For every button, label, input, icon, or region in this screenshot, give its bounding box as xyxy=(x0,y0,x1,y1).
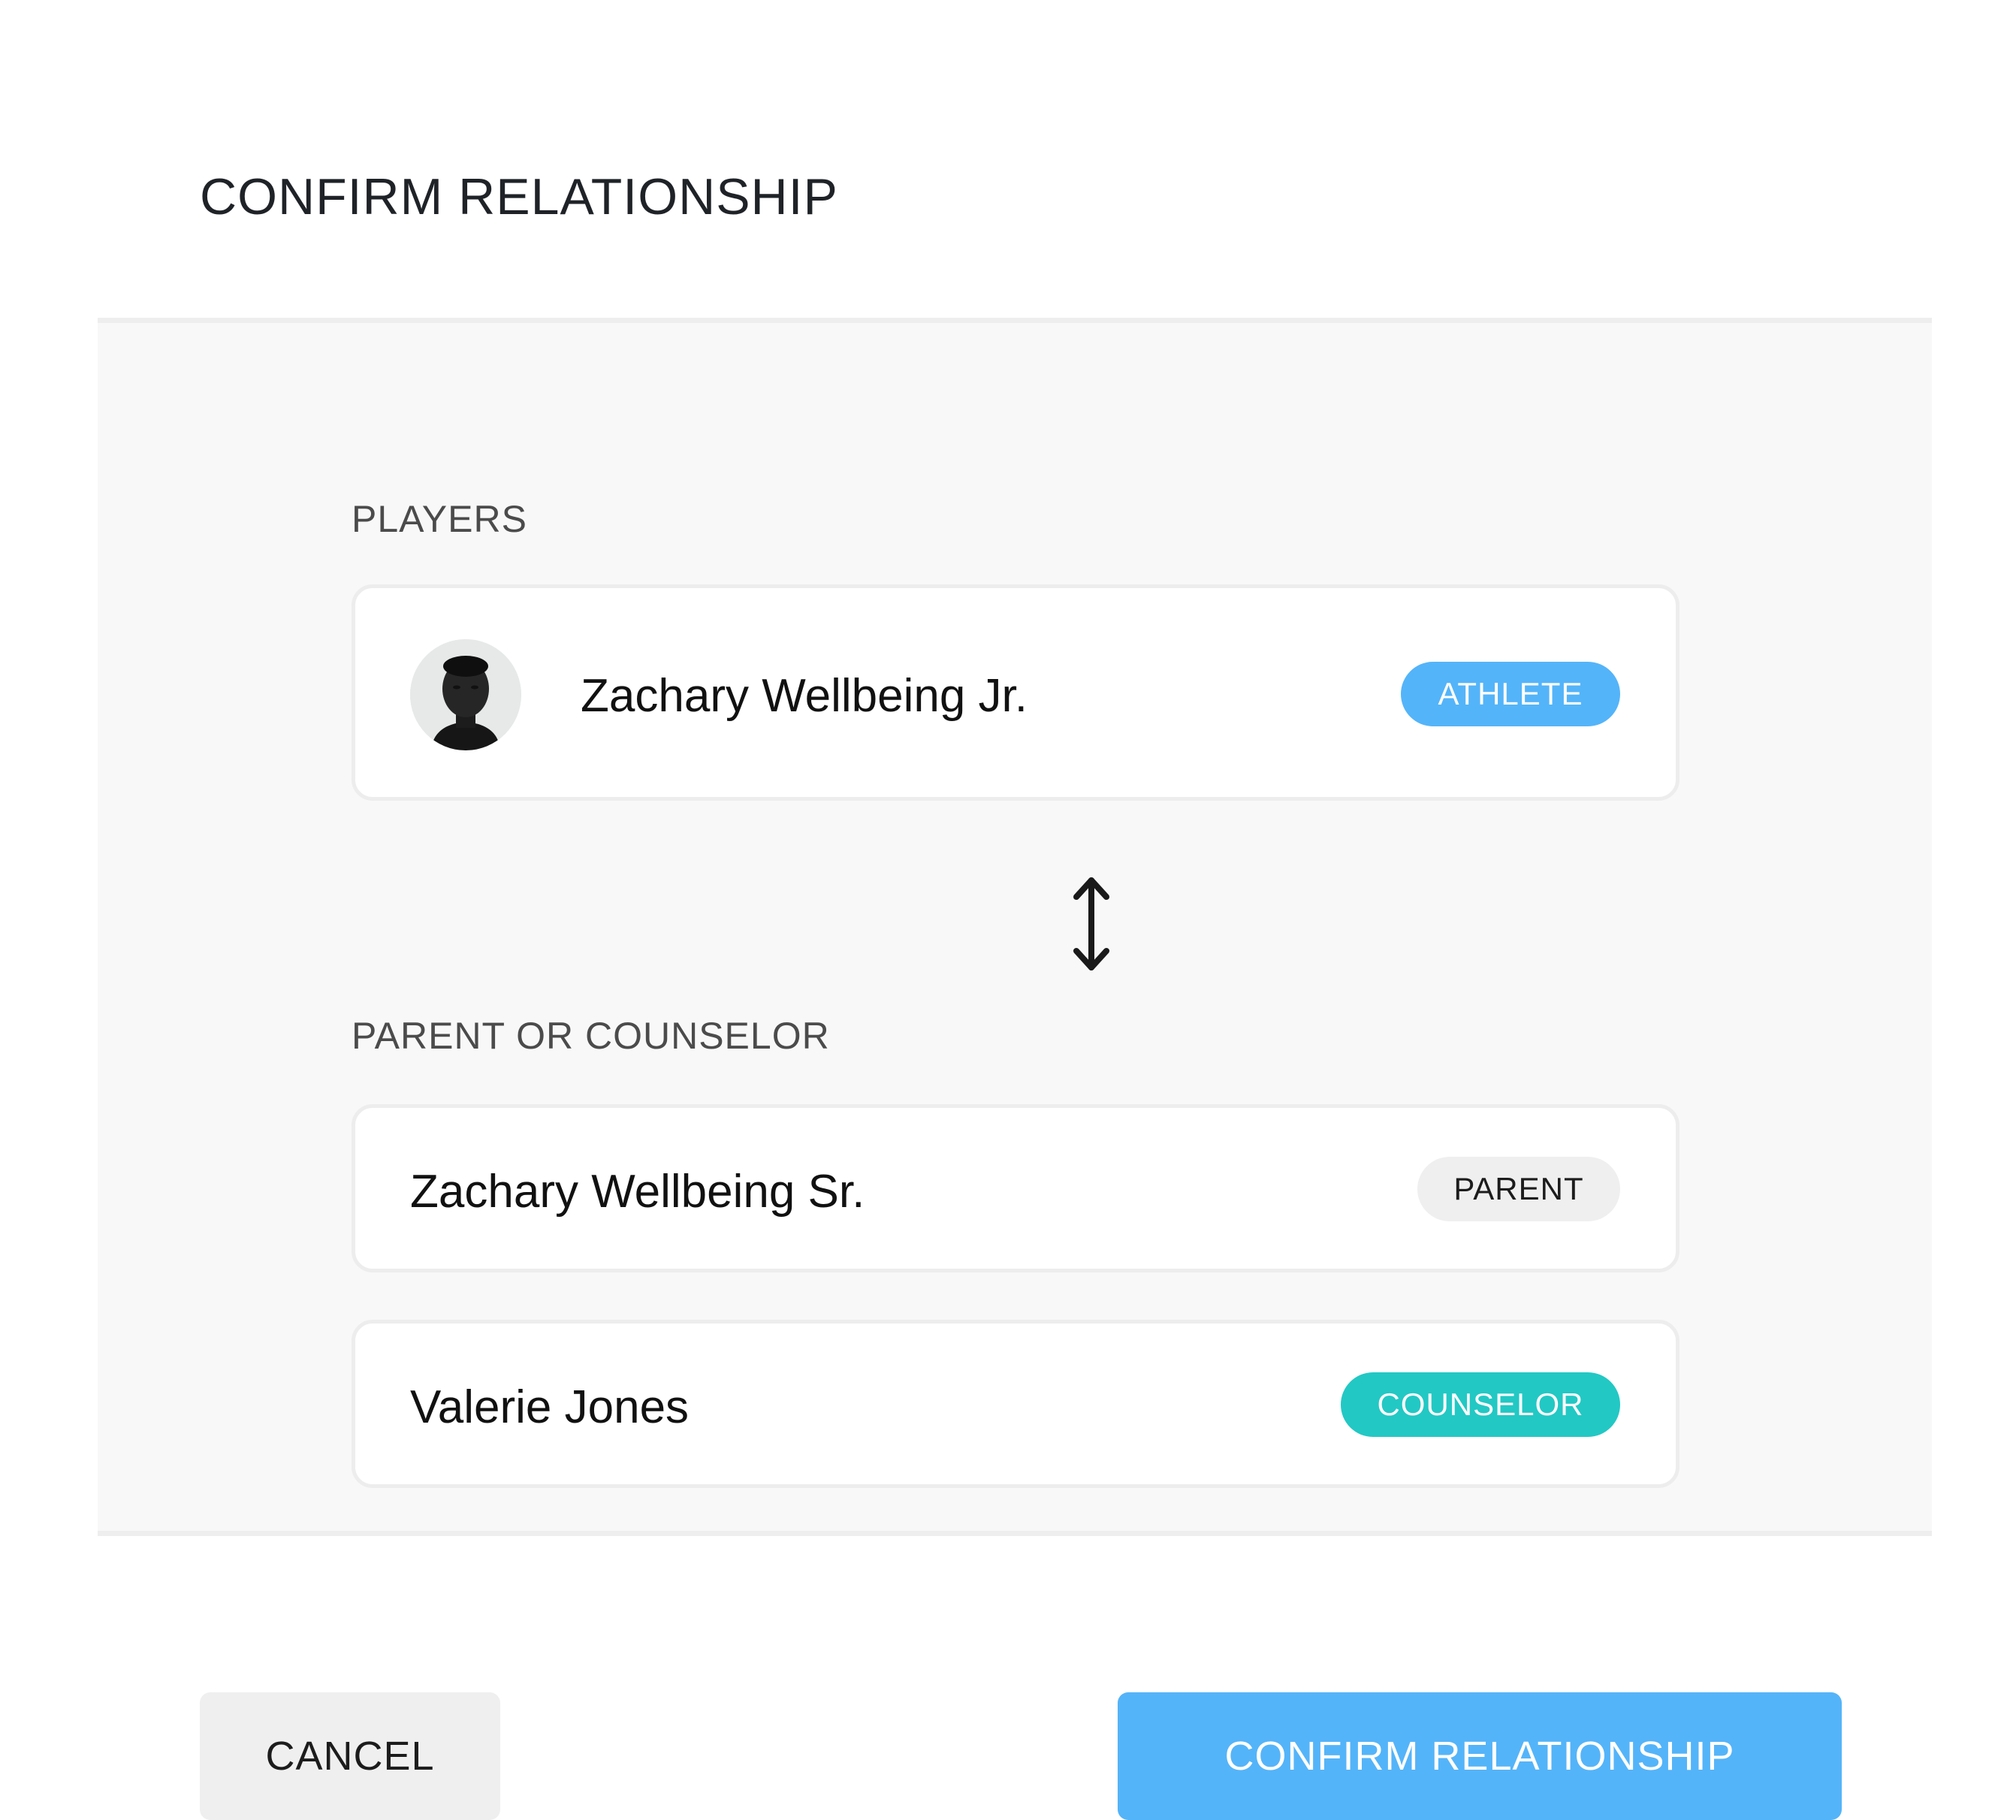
avatar-photo-icon xyxy=(410,639,521,750)
counselor-name: Valerie Jones xyxy=(410,1381,690,1433)
confirm-relationship-button[interactable]: CONFIRM RELATIONSHIP xyxy=(1118,1692,1842,1820)
dialog-body: PLAYERS Zachary Wellbeing Jr. ATHLETE PA… xyxy=(98,318,1932,1536)
parent-name: Zachary Wellbeing Sr. xyxy=(410,1166,865,1218)
player-name: Zachary Wellbeing Jr. xyxy=(581,670,1028,722)
player-card[interactable]: Zachary Wellbeing Jr. ATHLETE xyxy=(352,584,1679,801)
dialog-header: CONFIRM RELATIONSHIP xyxy=(98,77,1932,318)
parent-card[interactable]: Zachary Wellbeing Sr. PARENT xyxy=(352,1104,1679,1272)
dialog-title: CONFIRM RELATIONSHIP xyxy=(200,168,838,225)
confirm-relationship-dialog: CONFIRM RELATIONSHIP PLAYERS Zachary Wel… xyxy=(98,77,1932,1820)
dialog-footer: CANCEL CONFIRM RELATIONSHIP xyxy=(98,1536,1932,1820)
counselor-role-badge: COUNSELOR xyxy=(1341,1372,1620,1437)
parent-or-counselor-section-label: PARENT OR COUNSELOR xyxy=(352,1015,830,1057)
parent-role-badge: PARENT xyxy=(1417,1157,1620,1221)
players-section-label: PLAYERS xyxy=(352,498,527,540)
athlete-role-badge: ATHLETE xyxy=(1401,662,1620,726)
cancel-button[interactable]: CANCEL xyxy=(200,1692,500,1820)
player-avatar xyxy=(410,639,521,750)
swap-vertical-arrow-icon xyxy=(1073,877,1109,970)
counselor-card[interactable]: Valerie Jones COUNSELOR xyxy=(352,1320,1679,1488)
